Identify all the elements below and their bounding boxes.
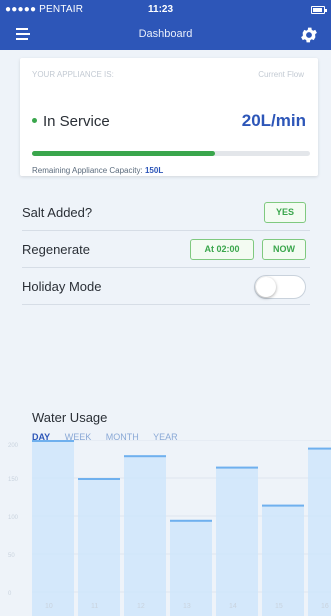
usage-bar-top: [308, 447, 331, 450]
y-tick-label: 200: [8, 443, 19, 449]
capacity-progress-fill: [32, 151, 216, 156]
capacity-label: Remaining Appliance Capacity:: [32, 166, 143, 175]
regenerate-schedule-button[interactable]: At 02:00: [190, 239, 254, 260]
appliance-status-card: YOUR APPLIANCE IS: Current Flow In Servi…: [20, 58, 318, 176]
usage-bar: [308, 447, 331, 616]
salt-added-row: Salt Added? YES: [22, 194, 310, 231]
service-status-text: In Service: [43, 113, 110, 130]
x-tick-label: 16: [321, 603, 329, 610]
usage-bar-top: [216, 466, 258, 469]
usage-bar-top: [170, 519, 212, 522]
regenerate-label: Regenerate: [22, 242, 90, 257]
page-title: Dashboard: [138, 28, 193, 40]
y-tick-label: 100: [8, 515, 19, 521]
x-tick-label: 14: [229, 603, 237, 610]
holiday-mode-row: Holiday Mode: [22, 268, 310, 305]
usage-bar: [32, 440, 74, 616]
capacity-value: 150L: [144, 166, 164, 175]
usage-bar: [124, 455, 166, 616]
gear-icon[interactable]: [299, 25, 319, 45]
service-status: In Service: [32, 113, 110, 130]
clock: 11:23: [148, 4, 174, 15]
usage-bar: [216, 466, 258, 616]
battery-icon: [311, 6, 327, 14]
x-tick-label: 15: [275, 603, 283, 610]
current-flow-label: Current Flow: [258, 70, 304, 79]
water-usage-chart-svg: 200 150 100 50 0 10 11 12 13 14 15 16: [8, 440, 331, 616]
y-tick-label: 150: [8, 477, 19, 483]
holiday-mode-toggle[interactable]: [254, 275, 306, 299]
capacity-progress-bar: [32, 151, 310, 156]
current-flow-value: 20L/min: [241, 111, 306, 130]
usage-bar: [78, 478, 120, 616]
status-dot-icon: [32, 118, 37, 123]
carrier-label: ●●●●● PENTAIR: [5, 4, 84, 15]
usage-bar: [262, 504, 304, 616]
y-tick-label: 50: [8, 553, 15, 559]
status-bar: ●●●●● PENTAIR 11:23: [0, 0, 331, 20]
toggle-knob: [256, 277, 276, 297]
nav-bar: Dashboard: [0, 20, 331, 50]
usage-bar-top: [124, 455, 166, 458]
capacity-text: Remaining Appliance Capacity: 150L: [32, 166, 163, 175]
x-tick-label: 12: [137, 603, 145, 610]
salt-yes-button[interactable]: YES: [264, 202, 306, 223]
y-tick-label: 0: [8, 591, 12, 597]
water-usage-chart: 200 150 100 50 0 10 11 12 13 14 15 16: [0, 440, 331, 616]
x-tick-label: 11: [91, 603, 98, 610]
usage-bar-top: [32, 440, 74, 442]
x-tick-label: 10: [45, 603, 53, 610]
x-tick-label: 13: [183, 603, 191, 610]
regenerate-row: Regenerate At 02:00 NOW: [22, 231, 310, 268]
regenerate-now-button[interactable]: NOW: [262, 239, 306, 260]
usage-bar: [170, 519, 212, 616]
usage-bar-top: [262, 504, 304, 507]
holiday-mode-label: Holiday Mode: [22, 279, 102, 294]
usage-bar-top: [78, 478, 120, 480]
water-usage-title: Water Usage: [32, 410, 108, 425]
salt-added-label: Salt Added?: [22, 205, 93, 220]
appliance-status-label: YOUR APPLIANCE IS:: [32, 70, 114, 79]
